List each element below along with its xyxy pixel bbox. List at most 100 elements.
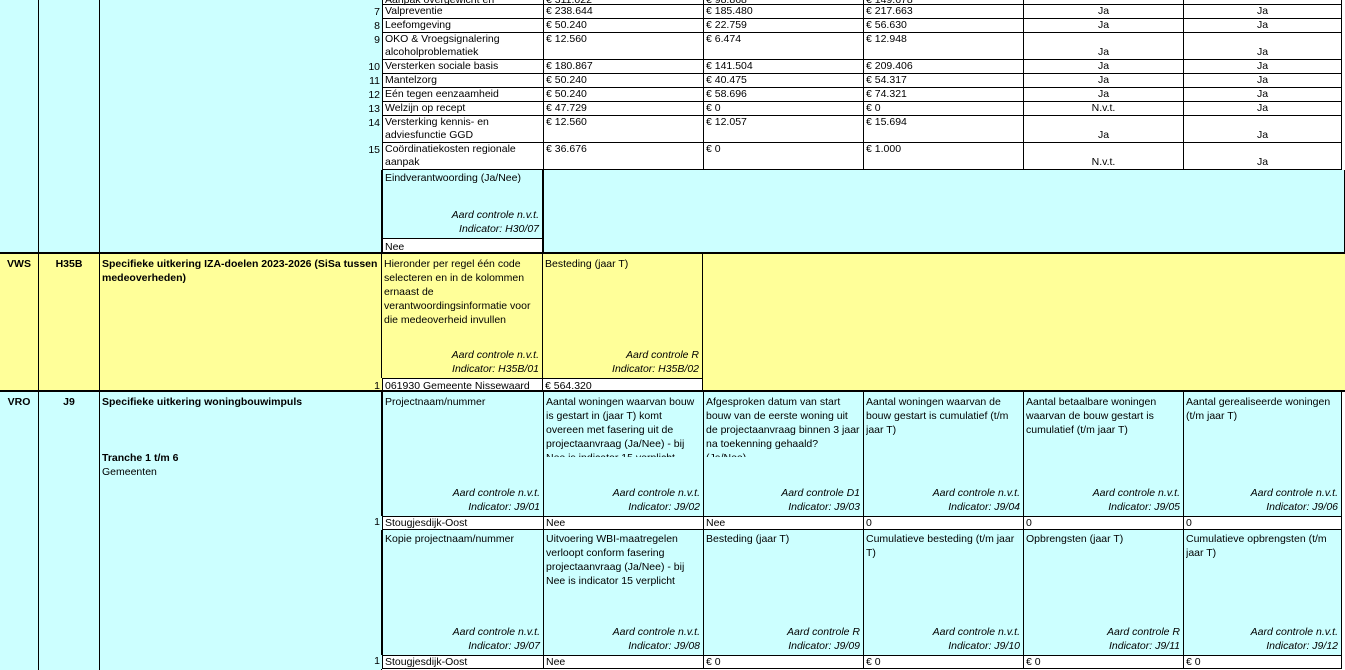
h30-row-amount[interactable]: € 12.560 [543,33,703,60]
j9-header-cell[interactable]: Opbrengsten (jaar T) Aard controle R Indic… [1023,530,1183,655]
h30-row-amount[interactable]: € 0 [863,102,1023,116]
h30-row-amount[interactable]: € 12.057 [703,116,863,143]
h35b-col2-aard: Aard controle R [626,349,699,361]
j9-value-cell[interactable]: € 0 [1023,655,1183,669]
h30-row-yesno[interactable]: Ja [1183,60,1342,74]
h30-row-yesno[interactable]: Ja [1183,5,1342,19]
j9-header-cell[interactable]: Aantal gerealiseerde woningen (t/m jaar … [1183,390,1342,516]
h30-row-label[interactable]: OKO & Vroegsignalering alcoholproblemati… [382,33,543,60]
j9-value-cell[interactable]: 0 [1183,516,1342,530]
h35b-col2-header[interactable]: Besteding (jaar T) Aard controle R Indic… [543,252,703,378]
ministry-j9: VRO [7,396,31,408]
j9-header-footer: Aard controle n.v.t. Indicator: J9/07 [453,625,540,653]
j9-header-cell[interactable]: Aantal betaalbare woningen waarvan de bo… [1023,390,1183,516]
h30-row-yesno-text: Ja [1097,19,1110,31]
h30-row-yesno[interactable]: Ja [1023,88,1183,102]
h30-row-yesno-text: Ja [1256,129,1269,141]
h30-row-label[interactable]: Leefomgeving [382,19,543,33]
h30-row-amount[interactable]: € 1.000 [863,143,1023,170]
j9-header-cell[interactable]: Projectnaam/nummer Aard controle n.v.t. In… [382,390,543,516]
h30-row-yesno[interactable]: Ja [1183,102,1342,116]
h30-row-amount[interactable]: € 209.406 [863,60,1023,74]
h30-row-label[interactable]: Welzijn op recept [382,102,543,116]
h30-row-label[interactable]: Versterking kennis- en adviesfunctie GGD [382,116,543,143]
h30-row-amount[interactable]: € 6.474 [703,33,863,60]
j9-header-cell[interactable]: Kopie projectnaam/nummer Aard controle n.… [382,530,543,655]
j9-header-cell[interactable]: Uitvoering WBI-maatregelen verloopt conf… [543,530,703,655]
j9-value-cell[interactable]: 0 [863,516,1023,530]
h30-row-amount[interactable]: € 36.676 [543,143,703,170]
h30-row-amount[interactable]: € 56.630 [863,19,1023,33]
h30-row-amount[interactable]: € 50.240 [543,19,703,33]
h30-row-label[interactable]: Valpreventie [382,5,543,19]
h30-row-nr: 11 [365,74,382,88]
h30-row-amount[interactable]: € 74.321 [863,88,1023,102]
h30-row-amount[interactable]: € 50.240 [543,88,703,102]
h30-row-amount[interactable]: € 40.475 [703,74,863,88]
h30-row-amount[interactable]: € 180.867 [543,60,703,74]
j9-value-cell[interactable]: € 0 [703,655,863,669]
h30-row-amount[interactable]: € 58.696 [703,88,863,102]
col-title-h30 [100,0,382,254]
h30-row-amount[interactable]: € 217.663 [863,5,1023,19]
h30-row-label[interactable]: Coördinatiekosten regionale aanpak [382,143,543,170]
j9-header-footer: Aard controle D1 Indicator: J9/03 [781,486,860,514]
h35b-col1-header[interactable]: Hieronder per regel één code selecteren … [382,252,543,378]
h30-row-yesno[interactable]: Ja [1183,88,1342,102]
h30-row-yesno[interactable]: Ja [1183,33,1342,60]
h30-row-yesno[interactable]: Ja [1023,74,1183,88]
j9-value-cell[interactable]: Stougjesdijk-Oost [382,516,543,530]
h30-row-yesno[interactable]: N.v.t. [1023,102,1183,116]
title-h35b: Specifieke uitkering IZA-doelen 2023-202… [102,258,378,284]
h30-row-yesno[interactable]: Ja [1183,74,1342,88]
h30-row-amount[interactable]: € 22.759 [703,19,863,33]
h35b-col1-indicator: Indicator: H35B/01 [452,363,539,375]
h30-row-yesno[interactable]: Ja [1183,143,1342,170]
j9-header-footer: Aard controle R Indicator: J9/09 [787,625,860,653]
h30-row-amount[interactable]: € 141.504 [703,60,863,74]
h30-row-yesno-text: Ja [1256,60,1269,72]
j9-value-cell[interactable]: Nee [543,516,703,530]
j9-header-cell[interactable]: Afgesproken datum van start bouw van de … [703,390,863,516]
h30-row-yesno-text: N.v.t. [1091,102,1116,114]
h30-row-yesno[interactable]: Ja [1023,116,1183,143]
eind-header-cell[interactable]: Eindverantwoording (Ja/Nee) Aard control… [382,170,543,238]
j9-value-cell[interactable]: Nee [703,516,863,530]
h30-row-amount[interactable]: € 0 [703,102,863,116]
h30-row-nr: 9 [365,33,382,60]
h30-row-amount[interactable]: € 185.480 [703,5,863,19]
h30-row-yesno[interactable]: Ja [1023,60,1183,74]
j9-value-cell[interactable]: € 0 [863,655,1023,669]
h30-row-amount[interactable]: € 238.644 [543,5,703,19]
j9-value-cell[interactable]: 0 [1023,516,1183,530]
h30-row-label[interactable]: Versterken sociale basis [382,60,543,74]
h30-row-amount[interactable]: € 54.317 [863,74,1023,88]
j9-indicator: Indicator: J9/04 [948,501,1020,513]
h30-row-amount[interactable]: € 12.948 [863,33,1023,60]
h30-row-amount[interactable]: € 12.560 [543,116,703,143]
h30-row-yesno[interactable]: Ja [1023,19,1183,33]
h30-row-nr: 8 [365,19,382,33]
h30-row-yesno[interactable]: Ja [1183,116,1342,143]
h30-row-amount[interactable]: € 50.240 [543,74,703,88]
h30-row-yesno[interactable]: Ja [1023,5,1183,19]
j9-header-cell[interactable]: Besteding (jaar T) Aard controle R Indicat… [703,530,863,655]
h30-row-yesno[interactable]: N.v.t. [1023,143,1183,170]
h30-row-yesno[interactable]: Ja [1183,19,1342,33]
h30-row-yesno[interactable]: Ja [1023,33,1183,60]
h30-row-amount[interactable]: € 0 [703,143,863,170]
j9-header-cell[interactable]: Cumulatieve besteding (t/m jaar T) Aard c… [863,530,1023,655]
h30-row-amount[interactable]: € 47.729 [543,102,703,116]
h30-row-label[interactable]: Eén tegen eenzaamheid [382,88,543,102]
j9-header-cell[interactable]: Aantal woningen waarvan de bouw gestart … [863,390,1023,516]
j9-header-cell[interactable]: Aantal woningen waarvan bouw is gestart … [543,390,703,516]
j9-header-cell[interactable]: Cumulatieve opbrengsten (t/m jaar T) Aard… [1183,530,1342,655]
j9-value-cell[interactable]: € 0 [1183,655,1342,669]
j9-header-label: Projectnaam/nummer [385,396,486,408]
j9-value-cell[interactable]: Nee [543,655,703,669]
j9-value-cell[interactable]: Stougjesdijk-Oost [382,655,543,669]
j9-header-footer: Aard controle n.v.t. Indicator: J9/06 [1251,486,1338,514]
h30-row-label[interactable]: Mantelzorg [382,74,543,88]
h35b-fill [703,252,1345,392]
h30-row-amount[interactable]: € 15.694 [863,116,1023,143]
